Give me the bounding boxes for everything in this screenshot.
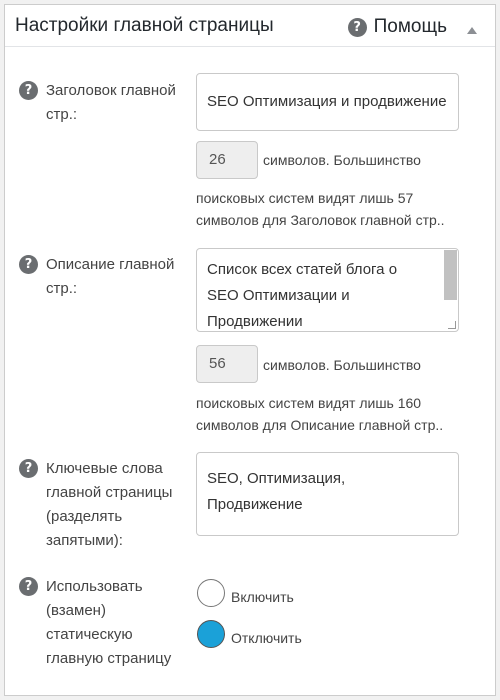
panel-title: Настройки главной страницы xyxy=(15,15,274,36)
home-title-label: ? Заголовок главной стр.: xyxy=(19,79,176,127)
home-title-count-desc: поисковых систем видят лишь 57 символов … xyxy=(196,190,445,228)
resize-handle-icon[interactable] xyxy=(448,321,456,329)
home-description-char-count: 56 xyxy=(196,345,258,383)
home-description-count-desc: поисковых систем видят лишь 160 символов… xyxy=(196,395,444,433)
question-circle-icon[interactable]: ? xyxy=(19,81,38,100)
help-label: Помощь xyxy=(373,16,447,37)
home-title-char-count: 26 xyxy=(196,141,258,179)
label-line: стр.: xyxy=(46,280,78,297)
radio-disable[interactable] xyxy=(197,620,225,648)
label-line: Описание главной xyxy=(46,256,175,273)
radio-enable-option[interactable]: Включить xyxy=(197,579,294,607)
home-description-textarea[interactable]: Список всех статей блога о SEO Оптимизац… xyxy=(196,248,459,332)
collapse-triangle-icon[interactable] xyxy=(467,27,477,34)
panel-header: Настройки главной страницы ? Помощь xyxy=(5,5,495,47)
home-description-label: ? Описание главной стр.: xyxy=(19,253,174,301)
label-line: Заголовок главной xyxy=(46,82,176,99)
textarea-scrollbar[interactable] xyxy=(444,250,457,300)
home-title-count-note: символов. Большинство xyxy=(263,152,421,168)
radio-enable[interactable] xyxy=(197,579,225,607)
home-title-input[interactable]: SEO Оптимизация и продвижение xyxy=(196,73,459,131)
help-toggle[interactable]: ? Помощь xyxy=(347,16,447,38)
question-circle-icon: ? xyxy=(347,17,367,37)
question-circle-icon[interactable]: ? xyxy=(19,255,38,274)
radio-enable-label: Включить xyxy=(231,589,294,605)
question-circle-icon[interactable]: ? xyxy=(19,577,38,596)
home-settings-panel: Настройки главной страницы ? Помощь ? За… xyxy=(4,4,496,696)
home-description-count-note: символов. Большинство xyxy=(263,357,421,373)
question-circle-icon[interactable]: ? xyxy=(19,459,38,478)
radio-disable-option[interactable]: Отключить xyxy=(197,620,302,648)
home-keywords-label: ? Ключевые слова главной страницы (разде… xyxy=(19,457,172,553)
radio-disable-label: Отключить xyxy=(231,630,302,646)
static-front-label: ? Использовать (взамен) статическую глав… xyxy=(19,575,171,671)
label-line: стр.: xyxy=(46,106,78,123)
home-keywords-textarea[interactable]: SEO, Оптимизация, Продвижение xyxy=(196,452,459,536)
